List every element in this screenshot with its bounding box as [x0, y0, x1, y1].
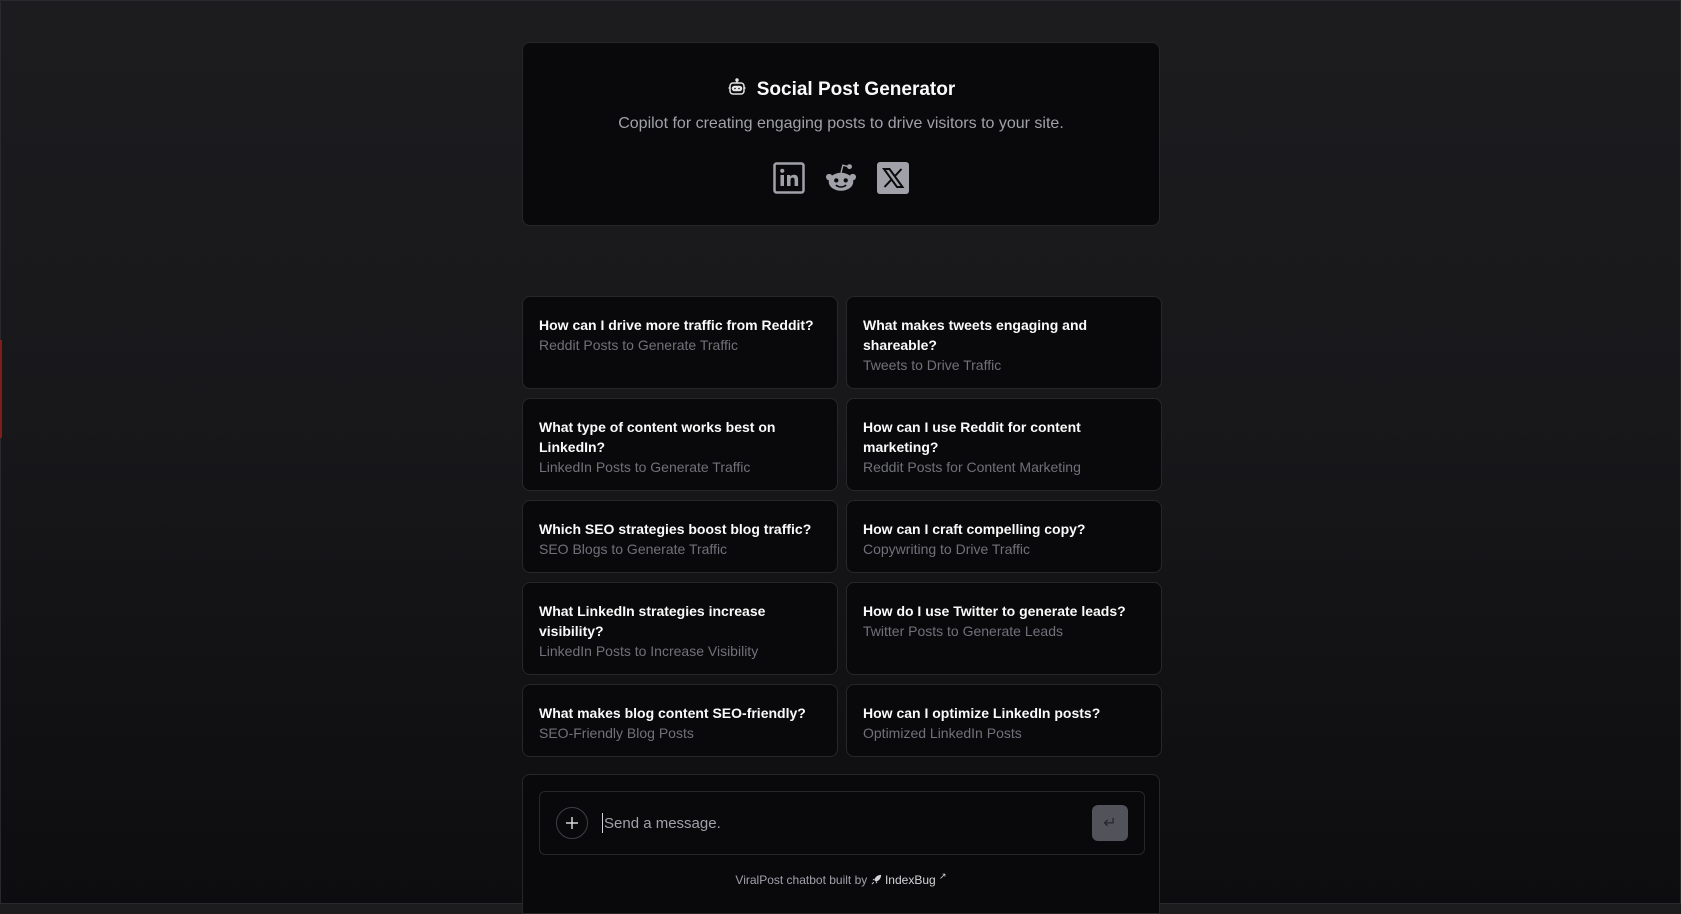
social-icons [523, 161, 1159, 195]
suggestion-subtitle: Copywriting to Drive Traffic [863, 541, 1031, 557]
suggestion-question: How can I craft compelling copy? [863, 521, 1086, 537]
footer-credit: ViralPost chatbot built by IndexBug ↗ [523, 871, 1159, 887]
message-box: ↵ [539, 791, 1145, 855]
suggestion-question: Which SEO strategies boost blog traffic? [539, 521, 812, 537]
reddit-icon[interactable] [824, 161, 858, 195]
suggestion-card[interactable]: How can I craft compelling copy? Copywri… [846, 500, 1162, 573]
plus-icon [566, 817, 578, 829]
suggestion-card[interactable]: What type of content works best on Linke… [522, 398, 838, 491]
linkedin-icon[interactable] [772, 161, 806, 195]
suggestion-question: What makes tweets engaging and shareable… [863, 317, 1088, 353]
enter-icon: ↵ [1103, 815, 1117, 832]
suggestion-question: What LinkedIn strategies increase visibi… [539, 603, 766, 639]
suggestion-subtitle: LinkedIn Posts to Increase Visibility [539, 643, 759, 659]
suggestion-subtitle: Tweets to Drive Traffic [863, 357, 1002, 373]
new-chat-button[interactable] [556, 807, 588, 839]
x-icon[interactable] [876, 161, 910, 195]
footer-text: ViralPost chatbot built by [735, 873, 868, 887]
suggestion-question: How can I use Reddit for content marketi… [863, 419, 1081, 455]
suggestion-grid: How can I drive more traffic from Reddit… [522, 296, 1162, 757]
suggestion-card[interactable]: What makes blog content SEO-friendly? SE… [522, 684, 838, 757]
suggestion-card[interactable]: What LinkedIn strategies increase visibi… [522, 582, 838, 675]
indexbug-link-label: IndexBug [884, 873, 936, 887]
robot-icon [727, 77, 747, 103]
suggestion-question: How do I use Twitter to generate leads? [863, 603, 1126, 619]
suggestion-card[interactable]: How can I use Reddit for content marketi… [846, 398, 1162, 491]
suggestion-subtitle: LinkedIn Posts to Generate Traffic [539, 459, 751, 475]
suggestion-subtitle: SEO Blogs to Generate Traffic [539, 541, 728, 557]
page-subtitle: Copilot for creating engaging posts to d… [618, 115, 1064, 132]
intro-card: Social Post Generator Copilot for creati… [522, 42, 1160, 226]
message-input[interactable] [602, 813, 1092, 833]
composer-panel: ↵ ViralPost chatbot built by IndexBug ↗ [522, 774, 1160, 914]
suggestion-card[interactable]: How can I drive more traffic from Reddit… [522, 296, 838, 389]
suggestion-question: What makes blog content SEO-friendly? [539, 705, 806, 721]
suggestion-subtitle: Twitter Posts to Generate Leads [863, 623, 1063, 639]
intro-title-row: Social Post Generator [523, 77, 1159, 103]
indexbug-link[interactable]: IndexBug ↗ [871, 871, 947, 887]
suggestion-card[interactable]: How can I optimize LinkedIn posts? Optim… [846, 684, 1162, 757]
suggestion-subtitle: Reddit Posts to Generate Traffic [539, 337, 738, 353]
suggestion-question: What type of content works best on Linke… [539, 419, 776, 455]
send-button[interactable]: ↵ [1092, 805, 1128, 841]
edge-indicator [0, 340, 2, 438]
suggestion-subtitle: SEO-Friendly Blog Posts [539, 725, 694, 741]
rocket-icon [871, 874, 881, 885]
suggestion-question: How can I optimize LinkedIn posts? [863, 705, 1101, 721]
external-link-icon: ↗ [939, 871, 947, 881]
suggestion-question: How can I drive more traffic from Reddit… [539, 317, 814, 333]
suggestion-card[interactable]: What makes tweets engaging and shareable… [846, 296, 1162, 389]
page-title: Social Post Generator [756, 79, 956, 100]
suggestion-card[interactable]: Which SEO strategies boost blog traffic?… [522, 500, 838, 573]
suggestion-subtitle: Optimized LinkedIn Posts [863, 725, 1022, 741]
suggestion-card[interactable]: How do I use Twitter to generate leads? … [846, 582, 1162, 675]
suggestion-subtitle: Reddit Posts for Content Marketing [863, 459, 1081, 475]
